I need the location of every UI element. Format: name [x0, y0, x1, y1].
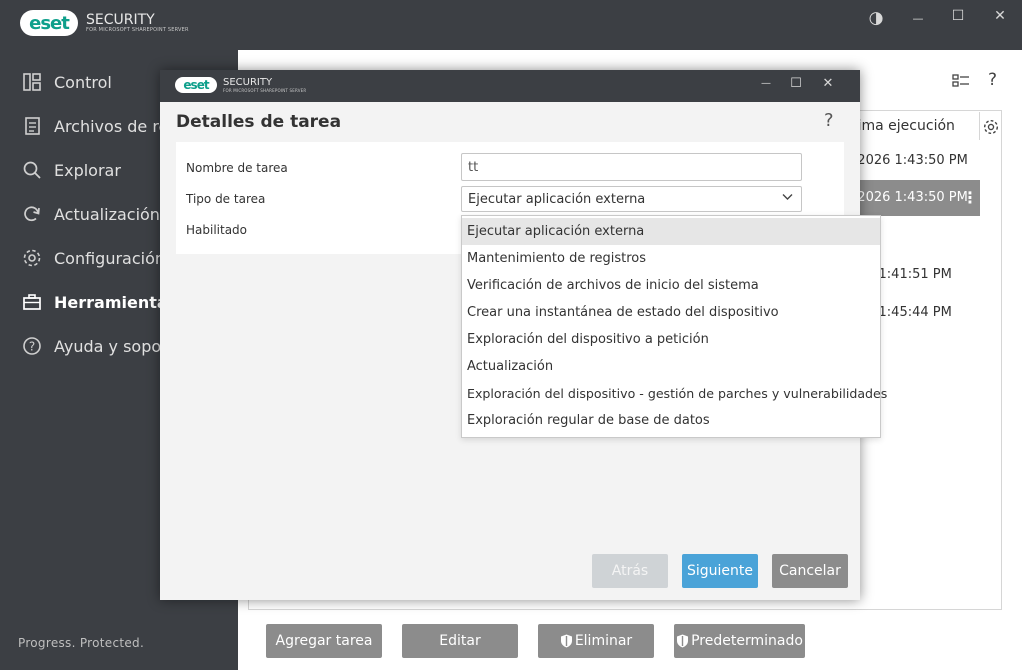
- dropdown-option[interactable]: Exploración regular de base de datos: [462, 407, 880, 434]
- sidebar-item-label: Herramientas: [54, 292, 178, 312]
- table-row[interactable]: 2/2/2026 1:43:50 PM: [860, 152, 980, 170]
- chevron-down-icon: [782, 194, 793, 200]
- enabled-label: Habilitado: [186, 223, 248, 237]
- search-icon: [23, 161, 41, 179]
- sidebar-item-label: Control: [54, 72, 112, 92]
- sidebar-item-label: Explorar: [54, 160, 121, 180]
- next-button[interactable]: Siguiente: [682, 554, 758, 588]
- dropdown-option[interactable]: Mantenimiento de registros: [462, 245, 880, 272]
- column-settings-gear-icon[interactable]: [982, 118, 1000, 136]
- gear-icon: [23, 249, 41, 267]
- task-type-dropdown: Ejecutar aplicación externa Mantenimient…: [461, 215, 887, 438]
- dialog-maximize-icon[interactable]: ☐: [788, 76, 804, 91]
- edit-button[interactable]: Editar: [402, 624, 518, 658]
- contrast-icon[interactable]: ◑: [866, 8, 886, 28]
- default-button[interactable]: Predeterminado: [674, 624, 805, 658]
- product-subtitle: FOR MICROSOFT SHAREPOINT SERVER: [223, 87, 307, 93]
- dialog-title: Detalles de tarea: [176, 112, 342, 132]
- maximize-icon[interactable]: ☐: [948, 8, 968, 24]
- product-name: SECURITY: [86, 12, 155, 28]
- task-name-label: Nombre de tarea: [186, 161, 288, 175]
- dropdown-option[interactable]: Ejecutar aplicación externa: [462, 218, 880, 245]
- dropdown-option[interactable]: Exploración del dispositivo a petición: [462, 326, 880, 353]
- log-files-icon: [25, 117, 40, 135]
- minimize-icon[interactable]: —: [908, 12, 928, 25]
- task-type-label: Tipo de tarea: [186, 192, 266, 206]
- eset-logo-badge: eset: [20, 10, 78, 36]
- main-titlebar: eset SECURITY FOR MICROSOFT SHAREPOINT S…: [0, 0, 1022, 50]
- add-task-button[interactable]: Agregar tarea: [266, 624, 382, 658]
- toolbox-icon: [23, 294, 41, 310]
- dialog-minimize-icon[interactable]: —: [758, 78, 774, 89]
- dialog-titlebar: eset SECURITY FOR MICROSOFT SHAREPOINT S…: [160, 70, 860, 102]
- eset-logo: eset SECURITY FOR MICROSOFT SHAREPOINT S…: [175, 77, 306, 93]
- task-name-input[interactable]: tt: [461, 153, 802, 181]
- dropdown-option[interactable]: Actualización: [462, 353, 880, 380]
- dashboard-icon: [23, 73, 41, 91]
- refresh-icon: [24, 206, 40, 222]
- row-menu-icon[interactable]: ⋮: [962, 188, 978, 207]
- column-header-last-run[interactable]: Última ejecución: [860, 112, 980, 140]
- dialog-close-icon[interactable]: ✕: [820, 76, 836, 91]
- help-icon: ?: [23, 337, 41, 355]
- product-subtitle: FOR MICROSOFT SHAREPOINT SERVER: [86, 27, 189, 33]
- sidebar-item-label: Actualización: [54, 204, 160, 224]
- sidebar-item-label: Configuración: [54, 248, 166, 268]
- dialog-help-icon[interactable]: ?: [824, 110, 834, 131]
- back-button[interactable]: Atrás: [592, 554, 668, 588]
- view-toggle-icon[interactable]: [952, 74, 970, 88]
- eset-logo-badge: eset: [175, 77, 217, 93]
- dropdown-option[interactable]: Verificación de archivos de inicio del s…: [462, 272, 880, 299]
- dropdown-option[interactable]: Crear una instantánea de estado del disp…: [462, 299, 880, 326]
- eset-logo: eset SECURITY FOR MICROSOFT SHAREPOINT S…: [20, 10, 189, 36]
- svg-text:?: ?: [29, 340, 35, 354]
- shield-icon: [560, 634, 572, 648]
- delete-button[interactable]: Eliminar: [538, 624, 654, 658]
- product-name: SECURITY: [223, 76, 273, 88]
- cancel-button[interactable]: Cancelar: [772, 554, 848, 588]
- main-help-icon[interactable]: ?: [988, 70, 997, 90]
- shield-icon: [677, 634, 689, 648]
- close-icon[interactable]: ✕: [990, 8, 1010, 24]
- footer-tagline: Progress. Protected.: [18, 636, 145, 650]
- task-type-select[interactable]: Ejecutar aplicación externa: [461, 186, 802, 212]
- dropdown-option[interactable]: Exploración del dispositivo - gestión de…: [462, 380, 887, 407]
